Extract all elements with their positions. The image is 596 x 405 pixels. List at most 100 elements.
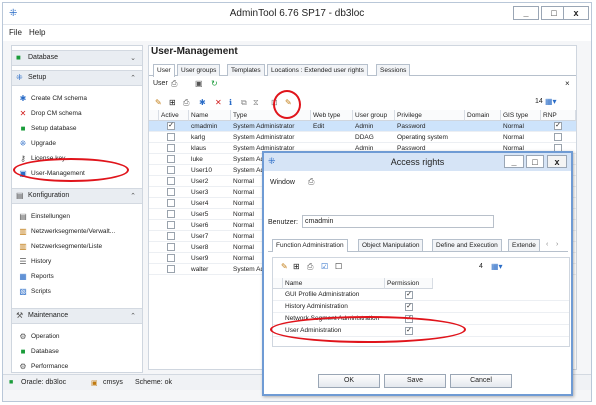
reports-icon: ▦	[19, 272, 27, 281]
chevron-up-icon: ⌃	[130, 75, 136, 82]
row-count: 14	[535, 98, 543, 105]
save-button[interactable]: Save	[384, 374, 446, 388]
highlight-user-management	[13, 158, 129, 182]
filter-icon[interactable]: ⊞	[169, 98, 176, 107]
print-icon[interactable]: ⎙	[171, 79, 177, 89]
print-icon[interactable]: ⎙	[307, 262, 313, 272]
header-gis-type[interactable]: GIS type	[501, 110, 541, 121]
active-checkbox[interactable]	[167, 210, 175, 218]
close-panel-button[interactable]: ×	[565, 79, 570, 88]
sidebar-item-reports[interactable]: ▦ Reports	[16, 270, 140, 284]
sidebar-item-performance[interactable]: ⚙ Performance	[16, 360, 140, 370]
active-checkbox[interactable]	[167, 221, 175, 229]
header-permission[interactable]: Permission	[385, 278, 433, 289]
sidebar-item-netzwerksegmente-verwalt[interactable]: ▥ Netzwerksegmente/Verwalt...	[16, 225, 140, 239]
sidebar-item-history[interactable]: ☰ History	[16, 255, 140, 269]
chevron-right-icon[interactable]: ›	[556, 241, 558, 248]
active-checkbox[interactable]	[167, 133, 175, 141]
active-checkbox[interactable]	[167, 232, 175, 240]
edit-icon[interactable]: ✎	[281, 262, 288, 271]
section-maintenance[interactable]: ⚒ Maintenance ⌃	[12, 308, 142, 324]
menu-file[interactable]: File	[9, 28, 22, 37]
sidebar-item-database[interactable]: ■ Database	[16, 345, 140, 359]
table-row[interactable]: karlg System Administrator DDAG Operating s…	[149, 132, 576, 143]
rnp-checkbox[interactable]	[554, 133, 562, 141]
active-checkbox[interactable]	[167, 166, 175, 174]
active-checkbox[interactable]	[167, 265, 175, 273]
grid-layout-icon[interactable]: ▦▾	[491, 262, 503, 271]
check-icon[interactable]: ☑	[321, 262, 328, 271]
history-icon[interactable]: ⧖	[253, 98, 259, 108]
sidebar-item-einstellungen[interactable]: ▤ Einstellungen	[16, 210, 140, 224]
permission-checkbox[interactable]: ✓	[405, 291, 413, 299]
active-checkbox[interactable]: ✓	[167, 122, 175, 130]
close-button[interactable]: x	[563, 6, 589, 20]
user-field[interactable]: cmadmin	[302, 215, 494, 228]
sidebar-item-drop-cm-schema[interactable]: ✕ Drop CM schema	[16, 107, 140, 121]
cancel-button[interactable]: Cancel	[450, 374, 512, 388]
grid-layout-icon[interactable]: ▦▾	[545, 97, 557, 106]
tab-function-administration[interactable]: Function Administration	[272, 239, 348, 252]
tab-templates[interactable]: Templates	[227, 64, 265, 76]
cell-web: Edit	[313, 123, 325, 130]
active-checkbox[interactable]	[167, 243, 175, 251]
header-user-group[interactable]: User group	[353, 110, 395, 121]
active-checkbox[interactable]	[167, 144, 175, 152]
active-checkbox[interactable]	[167, 188, 175, 196]
sidebar-item-setup-database[interactable]: ■ Setup database	[16, 122, 140, 136]
sidebar-item-upgrade[interactable]: ⁜ Upgrade	[16, 137, 140, 151]
dialog-close-button[interactable]: x	[547, 155, 567, 168]
tab-object-manipulation[interactable]: Object Manipulation	[358, 239, 424, 251]
active-checkbox[interactable]	[167, 177, 175, 185]
permission-row[interactable]: GUI Profile Administration ✓	[273, 289, 569, 301]
menu-help[interactable]: Help	[29, 28, 45, 37]
chevron-left-icon[interactable]: ‹	[546, 241, 548, 248]
edit-icon[interactable]: ✎	[155, 98, 162, 107]
header-domain[interactable]: Domain	[465, 110, 501, 121]
tab-locations[interactable]: Locations : Extended user rights	[267, 64, 368, 76]
refresh-icon[interactable]: ↻	[211, 79, 218, 88]
tab-user-groups[interactable]: User groups	[177, 64, 221, 76]
header-rnp[interactable]: RNP	[541, 110, 576, 121]
cell-name: karlg	[191, 134, 206, 141]
tab-user[interactable]: User	[153, 64, 175, 77]
dialog-maximize-button[interactable]: □	[526, 155, 544, 168]
sidebar-item-scripts[interactable]: ▧ Scripts	[16, 285, 140, 299]
cell-priv: Password	[397, 123, 426, 130]
dialog-minimize-button[interactable]: _	[504, 155, 524, 168]
section-setup[interactable]: ⁜ Setup ⌃	[12, 70, 142, 86]
header-web-type[interactable]: Web type	[311, 110, 353, 121]
table-row[interactable]: cmadmin System Administrator Edit Admin Pass…	[149, 121, 576, 132]
header-name[interactable]: Name	[283, 278, 385, 289]
uncheck-icon[interactable]: ☐	[335, 262, 342, 271]
tab-extended[interactable]: Extende	[508, 239, 540, 251]
print-icon[interactable]: ⎙	[308, 177, 314, 187]
sidebar-item-create-cm-schema[interactable]: ✱ Create CM schema	[16, 92, 140, 106]
copy-icon[interactable]: ⧉	[241, 98, 247, 108]
tab-define-and-execution[interactable]: Define and Execution	[432, 239, 502, 251]
section-konfiguration[interactable]: ▤ Konfiguration ⌃	[12, 188, 142, 204]
ok-button[interactable]: OK	[318, 374, 380, 388]
section-database[interactable]: ■ Database ⌄	[12, 50, 142, 66]
header-privilege[interactable]: Privilege	[395, 110, 465, 121]
filter-icon[interactable]: ⊞	[293, 262, 300, 271]
active-checkbox[interactable]	[167, 155, 175, 163]
rnp-checkbox[interactable]: ✓	[554, 122, 562, 130]
active-checkbox[interactable]	[167, 199, 175, 207]
header-name[interactable]: Name	[189, 110, 231, 121]
permission-row[interactable]: History Administration ✓	[273, 301, 569, 313]
sidebar-item-operation[interactable]: ⚙ Operation	[16, 330, 140, 344]
info-icon[interactable]: ℹ	[229, 98, 232, 107]
print-icon[interactable]: ⎙	[183, 98, 189, 108]
scripts-icon: ▧	[19, 287, 27, 296]
delete-icon[interactable]: ✕	[215, 98, 222, 107]
tab-sessions[interactable]: Sessions	[376, 64, 411, 76]
sparkle-icon[interactable]: ✱	[199, 98, 206, 107]
minimize-button[interactable]: _	[513, 6, 539, 20]
permission-checkbox[interactable]: ✓	[405, 303, 413, 311]
save-icon[interactable]: ▣	[195, 79, 203, 88]
active-checkbox[interactable]	[167, 254, 175, 262]
sidebar-item-netzwerksegmente-liste[interactable]: ▥ Netzwerksegmente/Liste	[16, 240, 140, 254]
cell-group: Admin	[355, 123, 374, 130]
header-active[interactable]: Active	[159, 110, 189, 121]
